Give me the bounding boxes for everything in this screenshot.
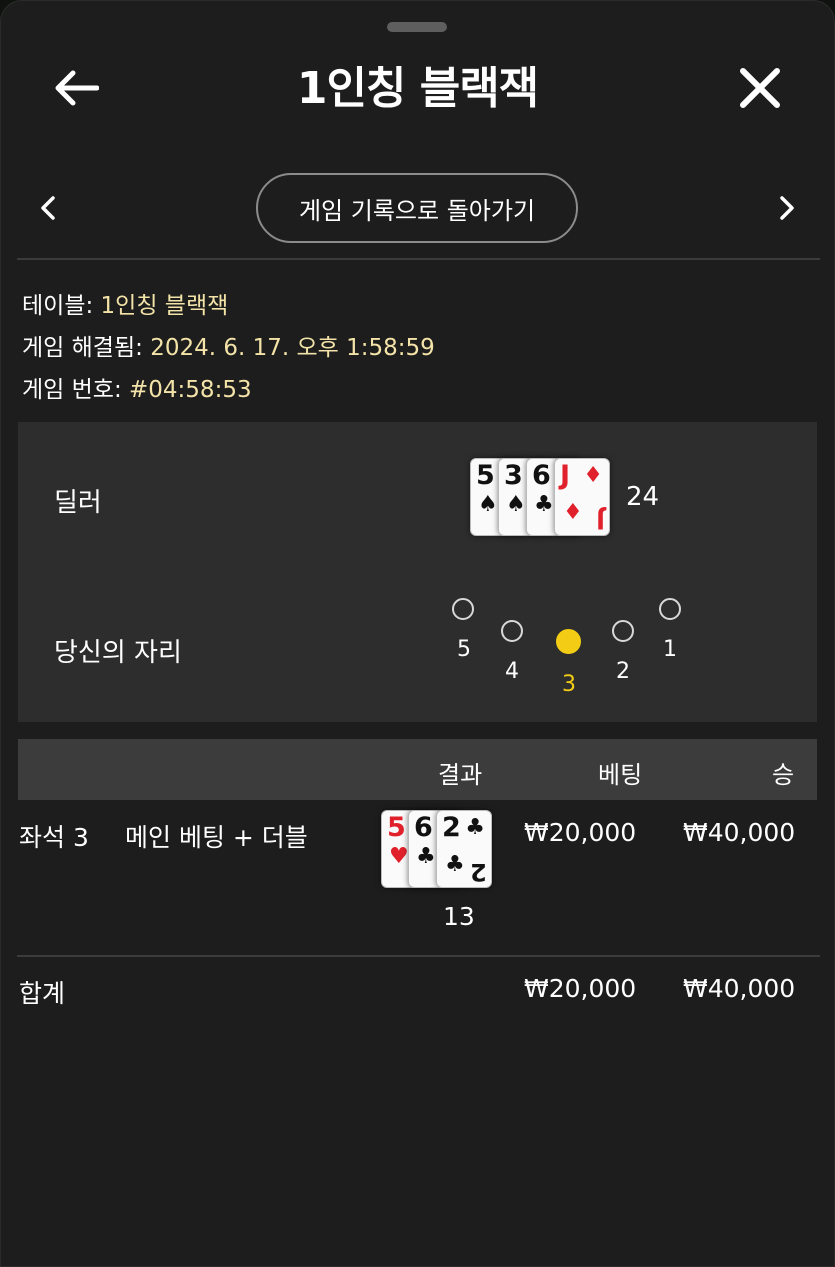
bet-type-cell: 메인 베팅 + 더블 bbox=[125, 823, 308, 852]
back-to-history-button[interactable]: 게임 기록으로 돌아가기 bbox=[256, 173, 578, 243]
divider bbox=[17, 955, 820, 957]
table-info: 테이블: 1인칭 블랙잭 bbox=[22, 286, 228, 320]
divider bbox=[17, 258, 820, 260]
game-number-value: #04:58:53 bbox=[129, 377, 252, 403]
seat-3-marker-selected bbox=[556, 629, 581, 654]
seat-1-number: 1 bbox=[663, 637, 677, 662]
seat-2-number: 2 bbox=[616, 659, 630, 684]
resolved-info: 게임 해결됨: 2024. 6. 17. 오후 1:58:59 bbox=[22, 328, 435, 362]
your-seat-label: 당신의 자리 bbox=[54, 638, 182, 668]
resolved-label: 게임 해결됨: bbox=[22, 335, 143, 361]
player-total: 13 bbox=[443, 902, 475, 931]
drag-handle[interactable] bbox=[387, 22, 447, 32]
table-value: 1인칭 블랙잭 bbox=[100, 293, 229, 319]
win-cell: ₩40,000 bbox=[683, 818, 796, 847]
game-summary-panel: 딜러 5 ♠ 3 ♠ 6 ♣ J ♦ ♦ J 24 당신의 자리 5 4 3 2 1 bbox=[18, 422, 817, 722]
bet-cell: ₩20,000 bbox=[524, 818, 637, 847]
total-bet: ₩20,000 bbox=[524, 974, 637, 1003]
game-detail-sheet: 1인칭 블랙잭 게임 기록으로 돌아가기 테이블: 1인칭 블랙잭 게임 해결됨… bbox=[0, 0, 835, 1267]
dealer-card: J ♦ ♦ J bbox=[554, 458, 610, 536]
seat-2-marker bbox=[612, 620, 634, 642]
dealer-total: 24 bbox=[626, 482, 660, 512]
bet-header: 베팅 bbox=[598, 761, 643, 789]
game-number-label: 게임 번호: bbox=[22, 377, 122, 403]
page-title: 1인칭 블랙잭 bbox=[296, 63, 539, 114]
seat-5-number: 5 bbox=[457, 637, 471, 662]
seat-4-marker bbox=[501, 620, 523, 642]
seat-4-number: 4 bbox=[505, 659, 519, 684]
table-label: 테이블: bbox=[22, 293, 94, 319]
seat-cell: 좌석 3 bbox=[19, 823, 89, 852]
results-table-header: 결과 베팅 승 bbox=[18, 739, 817, 800]
resolved-value: 2024. 6. 17. 오후 1:58:59 bbox=[150, 335, 435, 361]
total-win: ₩40,000 bbox=[683, 974, 796, 1003]
game-number-info: 게임 번호: #04:58:53 bbox=[22, 370, 252, 404]
dealer-label: 딜러 bbox=[54, 488, 102, 518]
seat-5-marker bbox=[452, 598, 474, 620]
total-label: 합계 bbox=[19, 979, 66, 1008]
seat-3-number: 3 bbox=[562, 672, 576, 697]
player-card: 2 ♣ ♣ 2 bbox=[436, 810, 492, 888]
chevron-right-icon[interactable] bbox=[769, 190, 805, 226]
chevron-left-icon[interactable] bbox=[30, 190, 66, 226]
close-icon[interactable] bbox=[732, 60, 788, 116]
win-header: 승 bbox=[772, 761, 795, 789]
seat-1-marker bbox=[659, 598, 681, 620]
result-header: 결과 bbox=[438, 761, 483, 789]
